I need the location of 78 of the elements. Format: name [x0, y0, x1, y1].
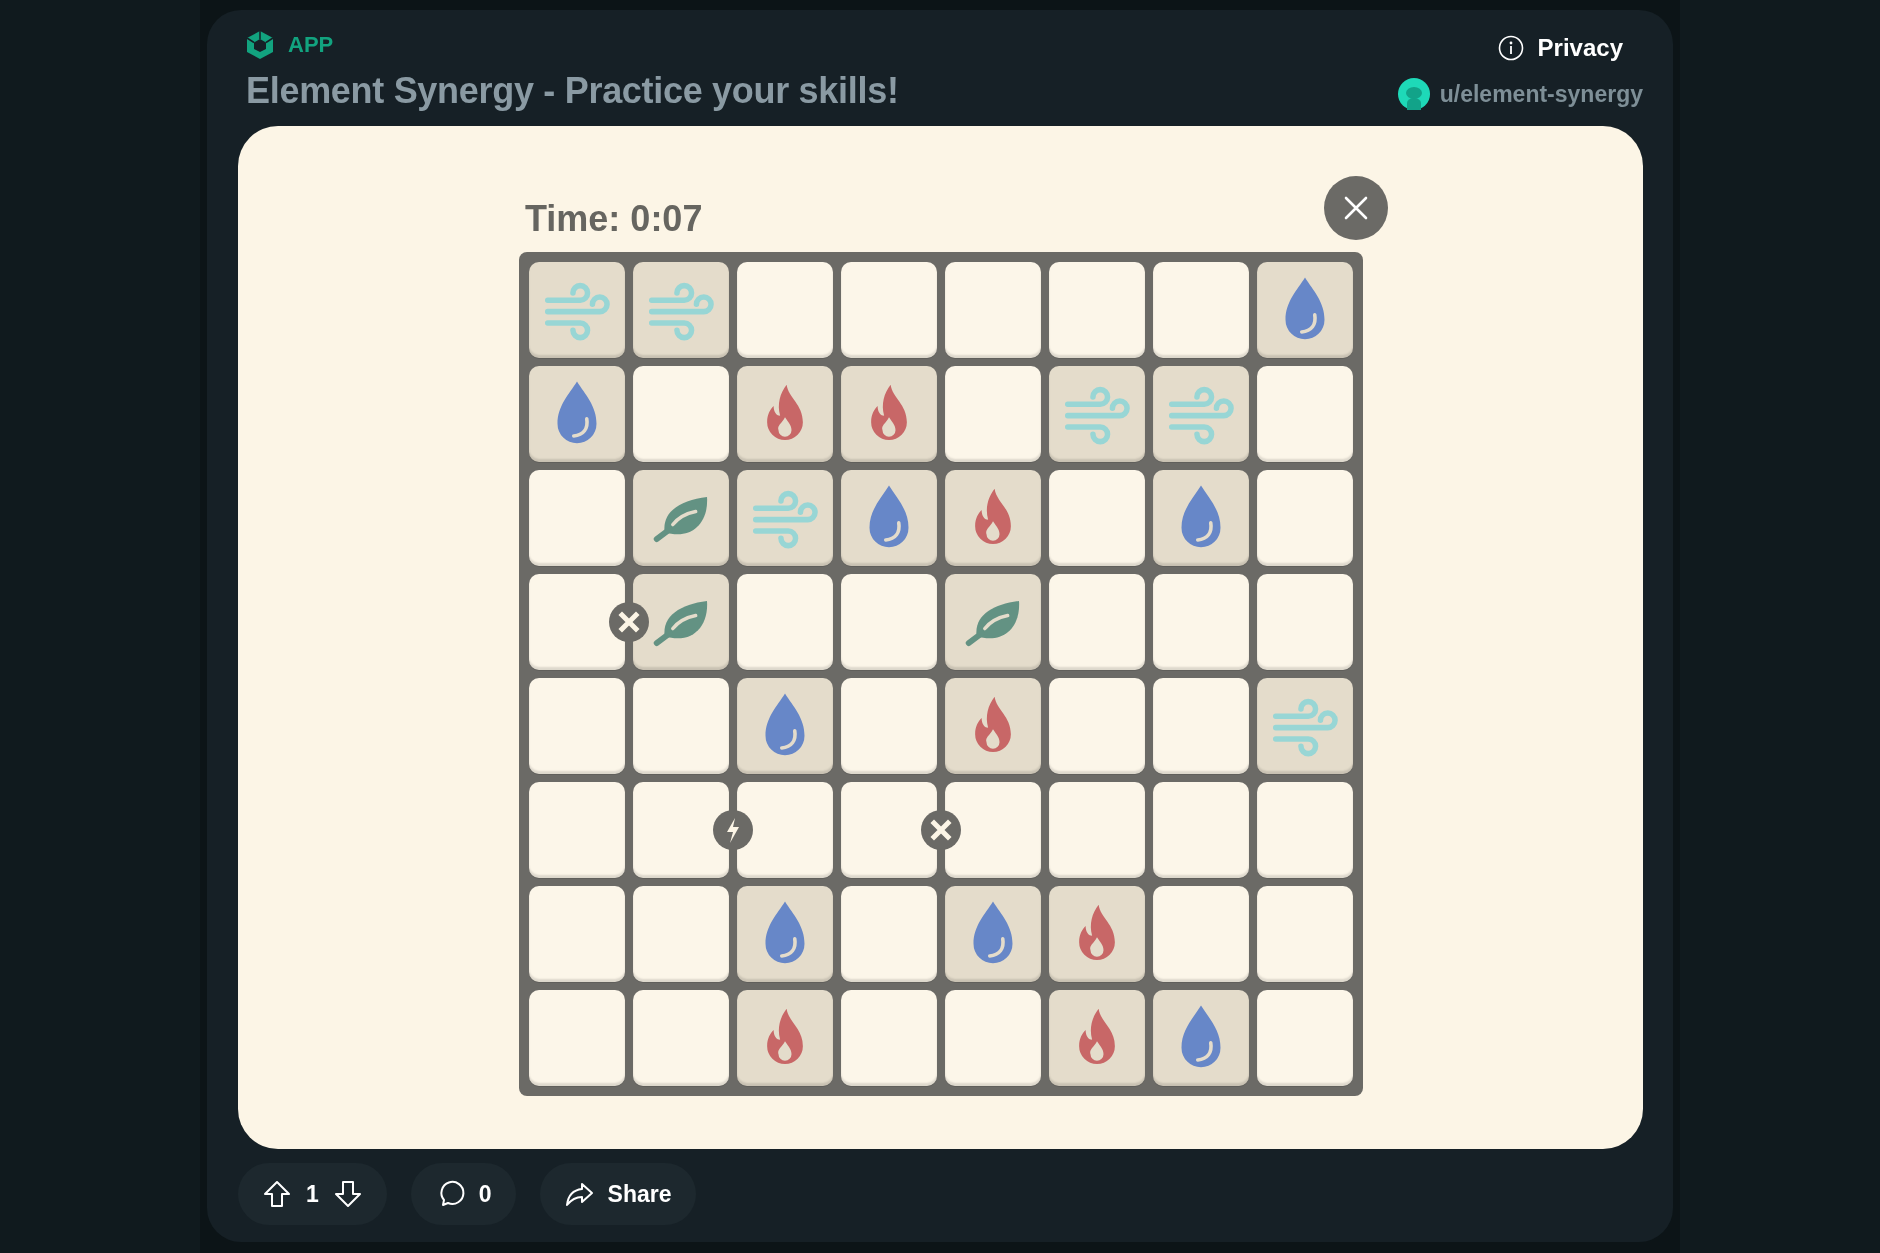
tile[interactable] — [528, 990, 625, 1086]
tile[interactable] — [632, 678, 729, 774]
tile[interactable] — [1048, 990, 1145, 1086]
tile[interactable] — [528, 678, 625, 774]
tile[interactable] — [1152, 574, 1249, 670]
tile[interactable] — [528, 366, 625, 462]
cube-logo-icon — [246, 30, 274, 60]
tile[interactable] — [632, 990, 729, 1086]
app-label: APP — [288, 32, 334, 58]
tile[interactable] — [944, 366, 1041, 462]
tile[interactable] — [1152, 678, 1249, 774]
tile[interactable] — [840, 574, 937, 670]
privacy-link[interactable]: Privacy — [1497, 34, 1623, 62]
tile[interactable] — [528, 262, 625, 358]
tile[interactable] — [528, 886, 625, 982]
tile[interactable] — [944, 886, 1041, 982]
tile[interactable] — [1048, 470, 1145, 566]
tile[interactable] — [944, 782, 1041, 878]
tile[interactable] — [632, 574, 729, 670]
downvote-button[interactable] — [332, 1179, 363, 1209]
tile[interactable] — [840, 782, 937, 878]
tile[interactable] — [840, 886, 937, 982]
upvote-button[interactable] — [262, 1179, 292, 1209]
tile[interactable] — [1048, 782, 1145, 878]
tile[interactable] — [1256, 990, 1353, 1086]
tile[interactable] — [944, 574, 1041, 670]
tile[interactable] — [632, 470, 729, 566]
tile[interactable] — [736, 990, 833, 1086]
tile[interactable] — [840, 262, 937, 358]
tile[interactable] — [944, 470, 1041, 566]
tile[interactable] — [632, 262, 729, 358]
tile[interactable] — [1256, 366, 1353, 462]
tile[interactable] — [528, 574, 625, 670]
tile[interactable] — [840, 366, 937, 462]
tile[interactable] — [1048, 262, 1145, 358]
tile[interactable] — [944, 678, 1041, 774]
tile[interactable] — [840, 990, 937, 1086]
timer-text: Time: 0:07 — [525, 198, 703, 240]
tile[interactable] — [1152, 886, 1249, 982]
username[interactable]: u/element-synergy — [1439, 80, 1643, 108]
tile[interactable] — [632, 782, 729, 878]
tile[interactable] — [1048, 886, 1145, 982]
tile[interactable] — [1256, 886, 1353, 982]
tile[interactable] — [1152, 782, 1249, 878]
tile[interactable] — [736, 574, 833, 670]
tile[interactable] — [944, 990, 1041, 1086]
tile[interactable] — [736, 678, 833, 774]
tile[interactable] — [736, 782, 833, 878]
tile[interactable] — [1152, 262, 1249, 358]
tile[interactable] — [1256, 470, 1353, 566]
tile[interactable] — [528, 782, 625, 878]
tile[interactable] — [1048, 574, 1145, 670]
tile[interactable] — [1256, 782, 1353, 878]
tile[interactable] — [944, 262, 1041, 358]
tile[interactable] — [1152, 990, 1249, 1086]
post-title: Element Synergy - Practice your skills! — [246, 70, 899, 112]
tile[interactable] — [1048, 678, 1145, 774]
tile[interactable] — [840, 470, 937, 566]
avatar-icon — [1397, 78, 1430, 110]
tile[interactable] — [1256, 574, 1353, 670]
tile[interactable] — [528, 470, 625, 566]
tile[interactable] — [736, 470, 833, 566]
share-button[interactable]: Share — [539, 1163, 696, 1225]
info-icon — [1497, 35, 1524, 61]
tile[interactable] — [632, 886, 729, 982]
tile[interactable] — [632, 366, 729, 462]
tile[interactable] — [1256, 678, 1353, 774]
close-icon — [1343, 195, 1369, 221]
tile[interactable] — [736, 262, 833, 358]
tile[interactable] — [1152, 366, 1249, 462]
tile[interactable] — [736, 366, 833, 462]
tile[interactable] — [1256, 262, 1353, 358]
vote-count: 1 — [306, 1180, 319, 1208]
comments-button[interactable]: 0 — [410, 1163, 516, 1225]
tile[interactable] — [736, 886, 833, 982]
tile[interactable] — [1152, 470, 1249, 566]
tile[interactable] — [1048, 366, 1145, 462]
tile[interactable] — [840, 678, 937, 774]
